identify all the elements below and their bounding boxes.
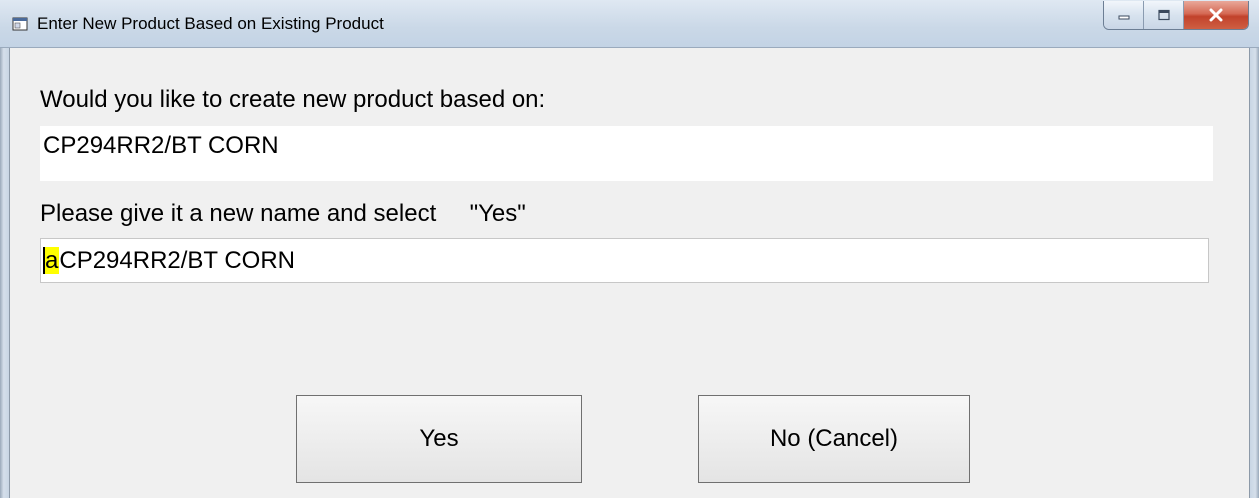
title-bar[interactable]: Enter New Product Based on Existing Prod… — [0, 0, 1259, 48]
minimize-icon — [1118, 15, 1129, 20]
minimize-button[interactable] — [1104, 1, 1144, 29]
close-button[interactable] — [1184, 1, 1248, 29]
close-icon — [1209, 8, 1223, 22]
prompt-label: Would you like to create new product bas… — [40, 86, 546, 113]
selected-text: a — [43, 247, 60, 274]
yes-button[interactable]: Yes — [296, 395, 582, 483]
existing-product-display: CP294RR2/BT CORN — [40, 126, 1213, 181]
rename-label: Please give it a new name and select "Ye… — [40, 200, 526, 227]
window-frame-right — [1249, 48, 1259, 498]
new-name-input[interactable]: aCP294RR2/BT CORN — [40, 238, 1209, 283]
window-controls — [1103, 1, 1249, 30]
existing-product-name: CP294RR2/BT CORN — [43, 132, 279, 159]
window-icon — [12, 17, 28, 31]
input-text: CP294RR2/BT CORN — [59, 247, 295, 274]
cancel-button[interactable]: No (Cancel) — [698, 395, 970, 483]
maximize-button[interactable] — [1144, 1, 1184, 29]
maximize-icon — [1157, 9, 1170, 21]
dialog-content: Would you like to create new product bas… — [10, 48, 1249, 498]
window-title: Enter New Product Based on Existing Prod… — [37, 14, 384, 33]
dialog-window: Enter New Product Based on Existing Prod… — [0, 0, 1259, 498]
window-frame-left — [0, 48, 10, 498]
